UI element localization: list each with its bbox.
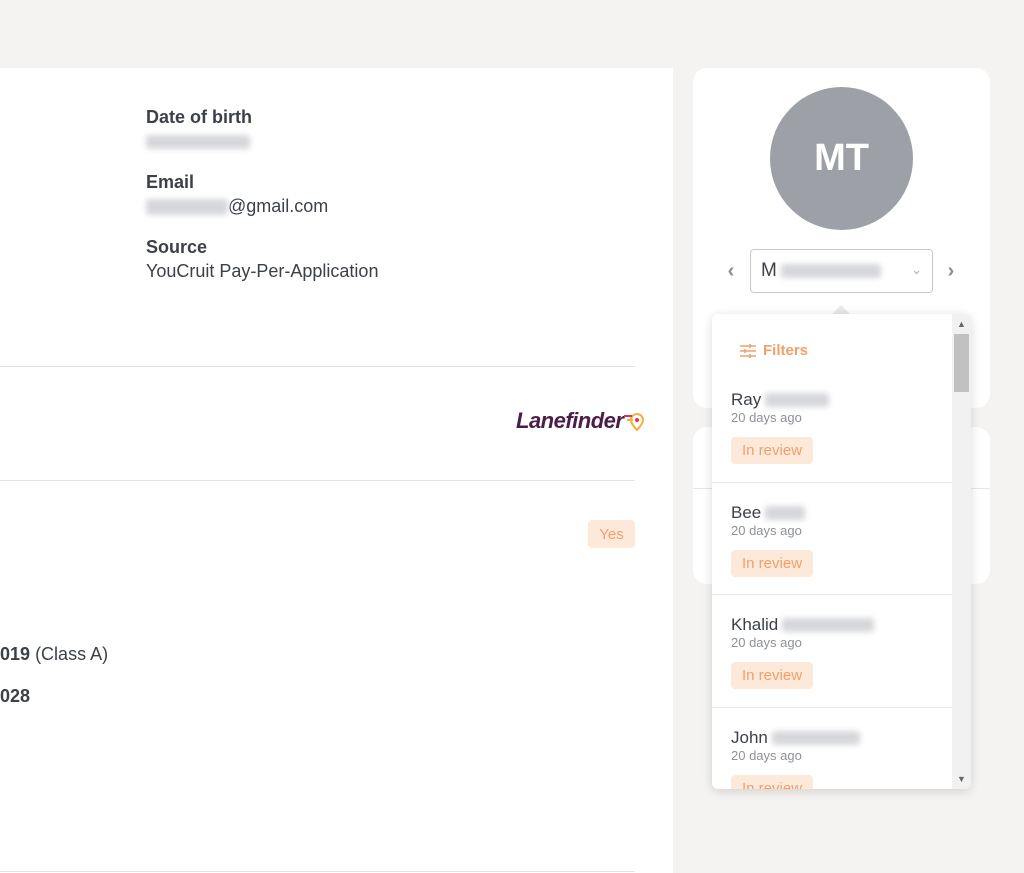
email-value: @gmail.com bbox=[146, 195, 328, 217]
company-logo: Lanefinder bbox=[516, 408, 645, 434]
list-item[interactable]: John 20 days ago In review bbox=[712, 708, 952, 789]
scroll-up-arrow-icon[interactable]: ▲ bbox=[952, 316, 971, 332]
status-badge: In review bbox=[731, 662, 814, 689]
email-field: Email @gmail.com bbox=[146, 171, 328, 217]
scrollbar[interactable]: ▲ ▼ bbox=[952, 314, 971, 789]
dob-value bbox=[146, 130, 252, 152]
dropdown-caret bbox=[832, 305, 850, 314]
candidate-list: Ray 20 days ago In review Bee 20 days ag… bbox=[712, 370, 952, 789]
avatar: MT bbox=[770, 87, 913, 230]
filters-button[interactable]: Filters bbox=[740, 342, 808, 359]
source-label: Source bbox=[146, 237, 208, 257]
chevron-left-icon[interactable]: ‹ bbox=[721, 260, 741, 282]
chevron-down-icon: ⌄ bbox=[911, 262, 922, 277]
candidate-details-panel: Date of birth Email @gmail.com Source Yo… bbox=[0, 68, 673, 873]
divider bbox=[0, 871, 635, 872]
divider bbox=[0, 480, 635, 481]
list-item[interactable]: Ray 20 days ago In review bbox=[712, 370, 952, 483]
dob-field: Date of birth bbox=[146, 106, 252, 152]
dob-label: Date of birth bbox=[146, 107, 252, 127]
source-value: YouCruit Pay-Per-Application bbox=[146, 261, 379, 281]
list-item[interactable]: Khalid 20 days ago In review bbox=[712, 595, 952, 708]
chevron-right-icon[interactable]: › bbox=[941, 260, 961, 282]
source-field: Source YouCruit Pay-Per-Application bbox=[146, 236, 378, 282]
scroll-down-arrow-icon[interactable]: ▼ bbox=[952, 771, 971, 787]
scrollbar-thumb[interactable] bbox=[954, 334, 969, 392]
status-badge: In review bbox=[731, 774, 814, 789]
yes-badge: Yes bbox=[588, 520, 635, 548]
candidate-dropdown: Filters Ray 20 days ago In review Bee 20… bbox=[712, 314, 971, 789]
email-label: Email bbox=[146, 172, 195, 192]
license-info: 019 (Class A) bbox=[0, 644, 109, 664]
sliders-icon bbox=[740, 343, 756, 358]
location-pin-icon bbox=[624, 412, 645, 432]
status-badge: In review bbox=[731, 549, 814, 577]
divider bbox=[0, 366, 635, 367]
candidate-select[interactable]: M ⌄ bbox=[750, 249, 933, 293]
license-expiry: 028 bbox=[0, 686, 31, 706]
status-badge: In review bbox=[731, 437, 814, 464]
list-item[interactable]: Bee 20 days ago In review bbox=[712, 483, 952, 595]
